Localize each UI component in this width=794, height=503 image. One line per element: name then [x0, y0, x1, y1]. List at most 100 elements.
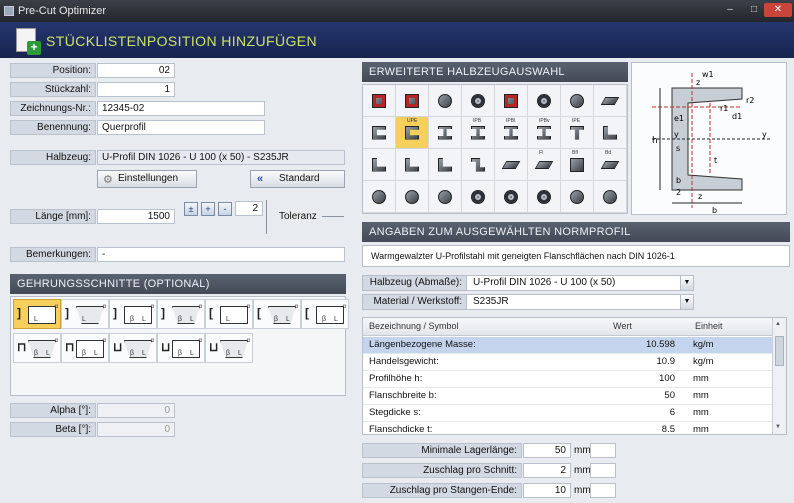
miter-option-2[interactable]: ] Lα: [61, 299, 109, 329]
halbzeug-dropdown[interactable]: Halbzeug (Abmaße): U-Profil DIN 1026 - U…: [362, 275, 694, 291]
profile-option-angle-equal[interactable]: [363, 149, 396, 181]
chevron-down-icon[interactable]: ▼: [680, 295, 693, 309]
miter-option-11[interactable]: ⊔ β Lα: [157, 333, 205, 363]
miter-option-6[interactable]: [β Lα: [253, 299, 301, 329]
tube-4-icon: [537, 189, 551, 204]
profile-option-sheet-plate[interactable]: Bd: [594, 149, 627, 181]
profile-option-ipbv-profile[interactable]: IPBl: [495, 117, 528, 149]
einstellungen-button[interactable]: ⚙ Einstellungen: [97, 170, 197, 188]
profile-option-flat-bar[interactable]: [495, 149, 528, 181]
table-header: Bezeichnung / Symbol Wert Einheit: [363, 318, 773, 336]
profile-option-tube-3[interactable]: [495, 181, 528, 213]
profile-option-angle-unequal[interactable]: [396, 149, 429, 181]
material-dropdown[interactable]: Material / Werkstoff: S235JR ▼: [362, 294, 694, 310]
profile-option-oval-tube[interactable]: [528, 85, 561, 117]
miter-workpiece-icon: [124, 340, 152, 358]
profile-option-tube-2[interactable]: [462, 181, 495, 213]
miter-bracket-icon: [: [209, 306, 213, 320]
alpha-input[interactable]: 0: [97, 403, 175, 418]
stueckzahl-input[interactable]: 1: [97, 82, 175, 97]
miter-bracket-icon: ]: [161, 306, 165, 320]
profile-option-square-tube[interactable]: [363, 85, 396, 117]
position-input[interactable]: 02: [97, 63, 175, 78]
lagerlaenge-input[interactable]: 50: [523, 443, 571, 458]
miter-workpiece-icon: [76, 306, 104, 324]
angle-unequal-icon: [405, 157, 419, 172]
miter-bracket-icon: ⊔: [209, 340, 219, 354]
profile-option-t-profile[interactable]: IPE: [561, 117, 594, 149]
table-row[interactable]: Längenbezogene Masse: 10.598 kg/m: [363, 337, 773, 354]
dim-s: s: [676, 144, 680, 153]
table-scrollbar[interactable]: ▲ ▼: [772, 318, 786, 434]
table-row[interactable]: Profilhöhe h: 100 mm: [363, 371, 773, 388]
profile-option-square-bar[interactable]: Bfl: [561, 149, 594, 181]
benennung-input[interactable]: Querprofil: [97, 120, 265, 135]
dim-w1: w1: [702, 70, 714, 79]
profile-option-round-bar-4[interactable]: [561, 181, 594, 213]
profile-option-tube-4[interactable]: [528, 181, 561, 213]
zuschlag-schnitt-spacer: [590, 463, 616, 478]
profile-option-u-profile-din[interactable]: [363, 117, 396, 149]
table-row[interactable]: Flanschbreite b: 50 mm: [363, 388, 773, 405]
scroll-down-icon[interactable]: ▼: [775, 424, 781, 430]
tolerance-plus-button[interactable]: +: [201, 202, 215, 216]
profile-option-sheet[interactable]: [594, 85, 627, 117]
dim-z-bottom: z: [698, 192, 702, 201]
profile-option-round-tube[interactable]: [462, 85, 495, 117]
scroll-up-icon[interactable]: ▲: [775, 321, 781, 327]
table-row[interactable]: Stegdicke s: 6 mm: [363, 405, 773, 422]
pipe-icon: [570, 93, 584, 108]
miter-mark-2: L: [286, 316, 290, 323]
double-chevron-left-icon: «: [257, 173, 264, 185]
oval-tube-icon: [537, 93, 551, 108]
profile-option-round-bar-5[interactable]: [594, 181, 627, 213]
profile-option-round-bar-2[interactable]: [396, 181, 429, 213]
miter-option-3[interactable]: ] β Lα: [109, 299, 157, 329]
profile-option-pipe[interactable]: [561, 85, 594, 117]
property-unit: mm: [693, 390, 709, 401]
miter-option-7[interactable]: [β Lα: [301, 299, 349, 329]
profile-option-angle-thin[interactable]: [429, 149, 462, 181]
square-bar-icon: [570, 157, 584, 172]
minimize-button[interactable]: –: [720, 3, 740, 17]
zuschlag-stange-input[interactable]: 10: [523, 483, 571, 498]
profile-option-ipbl-profile[interactable]: IPB: [462, 117, 495, 149]
profile-option-rect-tube[interactable]: [396, 85, 429, 117]
profile-grid: UPE IPB IPBl IPBv IPE Fl Bfl Bd: [362, 84, 628, 214]
tolerance-input[interactable]: 2: [235, 201, 263, 216]
tolerance-minus-button[interactable]: -: [218, 202, 232, 216]
chevron-down-icon[interactable]: ▼: [680, 276, 693, 290]
zeichnung-input[interactable]: 12345-02: [97, 101, 265, 116]
scroll-thumb[interactable]: [775, 336, 784, 366]
miter-option-5[interactable]: [Lα: [205, 299, 253, 329]
halbzeug-dropdown-label: Halbzeug (Abmaße):: [363, 276, 467, 290]
miter-option-12[interactable]: ⊔ β Lα: [205, 333, 253, 363]
profile-option-hex-bar[interactable]: [363, 181, 396, 213]
miter-option-8[interactable]: ⊓ β Lα: [13, 333, 61, 363]
profile-option-label: Fl: [539, 150, 544, 156]
profile-option-round-bar-3[interactable]: [429, 181, 462, 213]
profile-option-ipb-profile[interactable]: [429, 117, 462, 149]
profile-option-angle-profile[interactable]: [594, 117, 627, 149]
profile-option-round-bar[interactable]: [429, 85, 462, 117]
miter-option-9[interactable]: ⊓ β Lα: [61, 333, 109, 363]
profile-option-upe-profile[interactable]: UPE: [396, 117, 429, 149]
miter-option-4[interactable]: ] β Lα: [157, 299, 205, 329]
profile-option-bulb-flat[interactable]: Fl: [528, 149, 561, 181]
tolerance-plusminus-button[interactable]: ±: [184, 202, 198, 216]
table-row[interactable]: Handelsgewicht: 10.9 kg/m: [363, 354, 773, 371]
bemerkungen-input[interactable]: -: [97, 247, 345, 262]
laenge-input[interactable]: 1500: [97, 209, 175, 224]
profile-option-ipe-profile[interactable]: IPBv: [528, 117, 561, 149]
miter-option-10[interactable]: ⊔ β Lα: [109, 333, 157, 363]
profile-option-z-profile[interactable]: [462, 149, 495, 181]
maximize-button[interactable]: □: [744, 3, 764, 17]
dim-r1: r1: [720, 104, 728, 113]
zuschlag-schnitt-input[interactable]: 2: [523, 463, 571, 478]
profile-option-flat-tube[interactable]: [495, 85, 528, 117]
miter-option-1[interactable]: ] Lα: [13, 299, 61, 329]
beta-input[interactable]: 0: [97, 422, 175, 437]
table-row[interactable]: Flanschdicke t: 8.5 mm: [363, 422, 773, 434]
standard-button[interactable]: « Standard: [250, 170, 345, 188]
close-button[interactable]: ✕: [764, 3, 792, 17]
